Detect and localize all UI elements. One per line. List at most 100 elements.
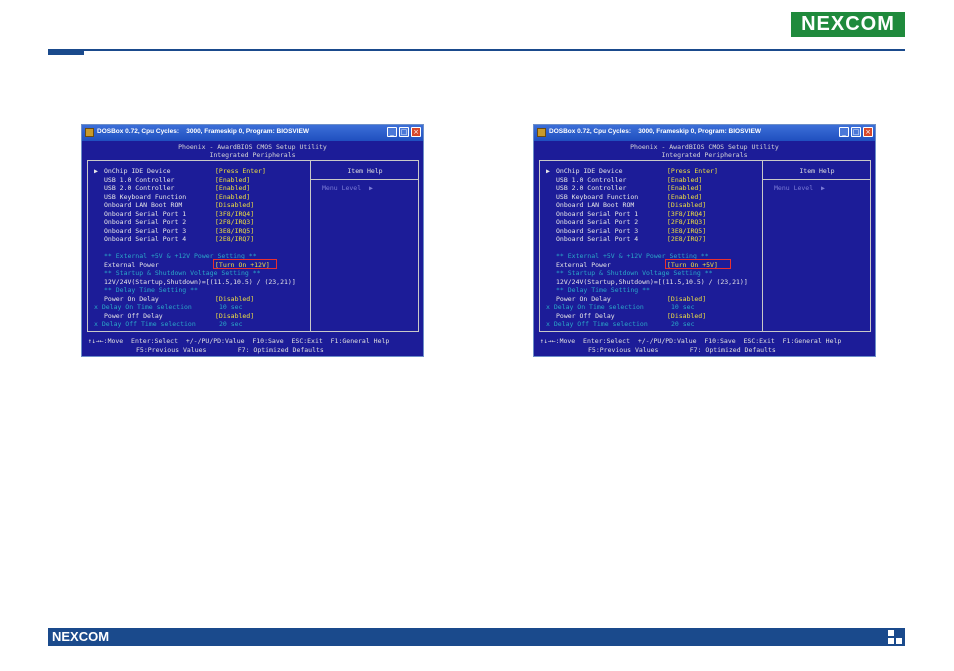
item-help-title: Item Help <box>347 167 383 175</box>
setting-label[interactable]: Onboard Serial Port 3 <box>556 227 638 235</box>
external-power-label[interactable]: External Power <box>556 261 611 269</box>
setting-label[interactable]: USB 1.0 Controller <box>556 176 626 184</box>
footer-square-icon <box>888 630 894 636</box>
status-bar-defaults: F5:Previous Values F7: Optimized Default… <box>588 346 776 354</box>
status-bar-keys: ↑↓→←:Move Enter:Select +/-/PU/PD:Value F… <box>88 337 390 345</box>
delay-on-time-label: x Delay On Time selection <box>546 303 644 311</box>
minimize-button[interactable]: _ <box>387 127 397 137</box>
section-header-delay: ** Delay Time Setting ** <box>556 286 650 294</box>
delay-off-time-value: 20 sec <box>219 320 243 328</box>
power-on-delay-label[interactable]: Power On Delay <box>104 295 159 303</box>
highlight-box <box>665 259 731 269</box>
setting-label[interactable]: Onboard Serial Port 2 <box>104 218 186 226</box>
setting-label[interactable]: Onboard Serial Port 4 <box>104 235 186 243</box>
setting-label[interactable]: Onboard Serial Port 1 <box>556 210 638 218</box>
setting-value[interactable]: [Disabled] <box>667 201 706 209</box>
menu-level-arrow-icon: ▶ <box>368 184 373 192</box>
power-off-delay-label[interactable]: Power Off Delay <box>556 312 615 320</box>
setting-value[interactable]: [Enabled] <box>215 176 250 184</box>
setting-label[interactable]: OnChip IDE Device <box>556 167 623 175</box>
menu-level: Menu Level ▶ <box>774 184 825 192</box>
pointer-icon: ▶ <box>546 167 550 175</box>
bios-title: Phoenix - AwardBIOS CMOS Setup Utility <box>178 143 327 151</box>
window-title-bar[interactable]: DOSBox 0.72, Cpu Cycles: 3000, Frameskip… <box>82 125 423 141</box>
help-divider <box>310 160 311 332</box>
window-title: DOSBox 0.72, Cpu Cycles: 3000, Frameskip… <box>549 128 762 135</box>
dosbox-window-5v: DOSBox 0.72, Cpu Cycles: 3000, Frameskip… <box>533 124 876 357</box>
voltage-setting[interactable]: 12V/24V(Startup,Shutdown)=[(11.5,10.5) /… <box>556 278 748 286</box>
pointer-icon: ▶ <box>94 167 98 175</box>
power-off-delay-value[interactable]: [Disabled] <box>667 312 706 320</box>
minimize-button[interactable]: _ <box>839 127 849 137</box>
setting-label[interactable]: Onboard Serial Port 4 <box>556 235 638 243</box>
dosbox-icon <box>85 128 94 137</box>
close-button[interactable]: × <box>863 127 873 137</box>
bios-subtitle: Integrated Peripherals <box>661 151 748 159</box>
footer-square-icon <box>888 638 894 644</box>
setting-value[interactable]: [3E8/IRQ5] <box>215 227 254 235</box>
power-on-delay-value[interactable]: [Disabled] <box>215 295 254 303</box>
section-header-voltage: ** Startup & Shutdown Voltage Setting ** <box>556 269 713 277</box>
setting-value[interactable]: [Disabled] <box>215 201 254 209</box>
nexcom-logo: NEXCOM <box>791 12 905 37</box>
bios-subtitle: Integrated Peripherals <box>209 151 296 159</box>
status-bar-keys: ↑↓→←:Move Enter:Select +/-/PU/PD:Value F… <box>540 337 842 345</box>
setting-value[interactable]: [3F8/IRQ4] <box>215 210 254 218</box>
setting-label[interactable]: Onboard Serial Port 3 <box>104 227 186 235</box>
delay-on-time-value: 10 sec <box>219 303 243 311</box>
voltage-setting[interactable]: 12V/24V(Startup,Shutdown)=[(11.5,10.5) /… <box>104 278 296 286</box>
highlight-box <box>213 259 277 269</box>
setting-value[interactable]: [Press Enter] <box>215 167 266 175</box>
setting-label[interactable]: USB Keyboard Function <box>104 193 186 201</box>
header-rule <box>48 49 905 51</box>
item-help-title: Item Help <box>799 167 835 175</box>
help-separator <box>311 179 419 180</box>
setting-label[interactable]: Onboard LAN Boot ROM <box>104 201 182 209</box>
setting-label[interactable]: USB Keyboard Function <box>556 193 638 201</box>
help-separator <box>763 179 871 180</box>
setting-label[interactable]: Onboard Serial Port 2 <box>556 218 638 226</box>
setting-value[interactable]: [Enabled] <box>215 184 250 192</box>
setting-value[interactable]: [Press Enter] <box>667 167 718 175</box>
maximize-button[interactable]: □ <box>851 127 861 137</box>
dosbox-icon <box>537 128 546 137</box>
setting-value[interactable]: [Enabled] <box>667 184 702 192</box>
window-title: DOSBox 0.72, Cpu Cycles: 3000, Frameskip… <box>97 128 310 135</box>
footer-bar: NEXCOM <box>48 628 905 646</box>
delay-on-time-value: 10 sec <box>671 303 695 311</box>
delay-off-time-value: 20 sec <box>671 320 695 328</box>
setting-label[interactable]: OnChip IDE Device <box>104 167 171 175</box>
setting-label[interactable]: USB 2.0 Controller <box>556 184 626 192</box>
dosbox-window-12v: DOSBox 0.72, Cpu Cycles: 3000, Frameskip… <box>81 124 424 357</box>
external-power-label[interactable]: External Power <box>104 261 159 269</box>
setting-label[interactable]: Onboard Serial Port 1 <box>104 210 186 218</box>
delay-off-time-label: x Delay Off Time selection <box>94 320 196 328</box>
section-header-voltage: ** Startup & Shutdown Voltage Setting ** <box>104 269 261 277</box>
power-on-delay-value[interactable]: [Disabled] <box>667 295 706 303</box>
setting-label[interactable]: Onboard LAN Boot ROM <box>556 201 634 209</box>
status-bar-defaults: F5:Previous Values F7: Optimized Default… <box>136 346 324 354</box>
setting-value[interactable]: [2F8/IRQ3] <box>215 218 254 226</box>
setting-value[interactable]: [Enabled] <box>667 193 702 201</box>
setting-label[interactable]: USB 2.0 Controller <box>104 184 174 192</box>
power-off-delay-value[interactable]: [Disabled] <box>215 312 254 320</box>
window-title-bar[interactable]: DOSBox 0.72, Cpu Cycles: 3000, Frameskip… <box>534 125 875 141</box>
menu-level-arrow-icon: ▶ <box>820 184 825 192</box>
maximize-button[interactable]: □ <box>399 127 409 137</box>
setting-label[interactable]: USB 1.0 Controller <box>104 176 174 184</box>
menu-level: Menu Level ▶ <box>322 184 373 192</box>
setting-value[interactable]: [Enabled] <box>215 193 250 201</box>
section-header-delay: ** Delay Time Setting ** <box>104 286 198 294</box>
setting-value[interactable]: [2F8/IRQ3] <box>667 218 706 226</box>
footer-logo: NEXCOM <box>52 629 110 644</box>
close-button[interactable]: × <box>411 127 421 137</box>
setting-value[interactable]: [2E8/IRQ7] <box>667 235 706 243</box>
footer-square-icon <box>896 638 902 644</box>
setting-value[interactable]: [3E8/IRQ5] <box>667 227 706 235</box>
bios-title: Phoenix - AwardBIOS CMOS Setup Utility <box>630 143 779 151</box>
setting-value[interactable]: [2E8/IRQ7] <box>215 235 254 243</box>
power-off-delay-label[interactable]: Power Off Delay <box>104 312 163 320</box>
setting-value[interactable]: [Enabled] <box>667 176 702 184</box>
setting-value[interactable]: [3F8/IRQ4] <box>667 210 706 218</box>
power-on-delay-label[interactable]: Power On Delay <box>556 295 611 303</box>
